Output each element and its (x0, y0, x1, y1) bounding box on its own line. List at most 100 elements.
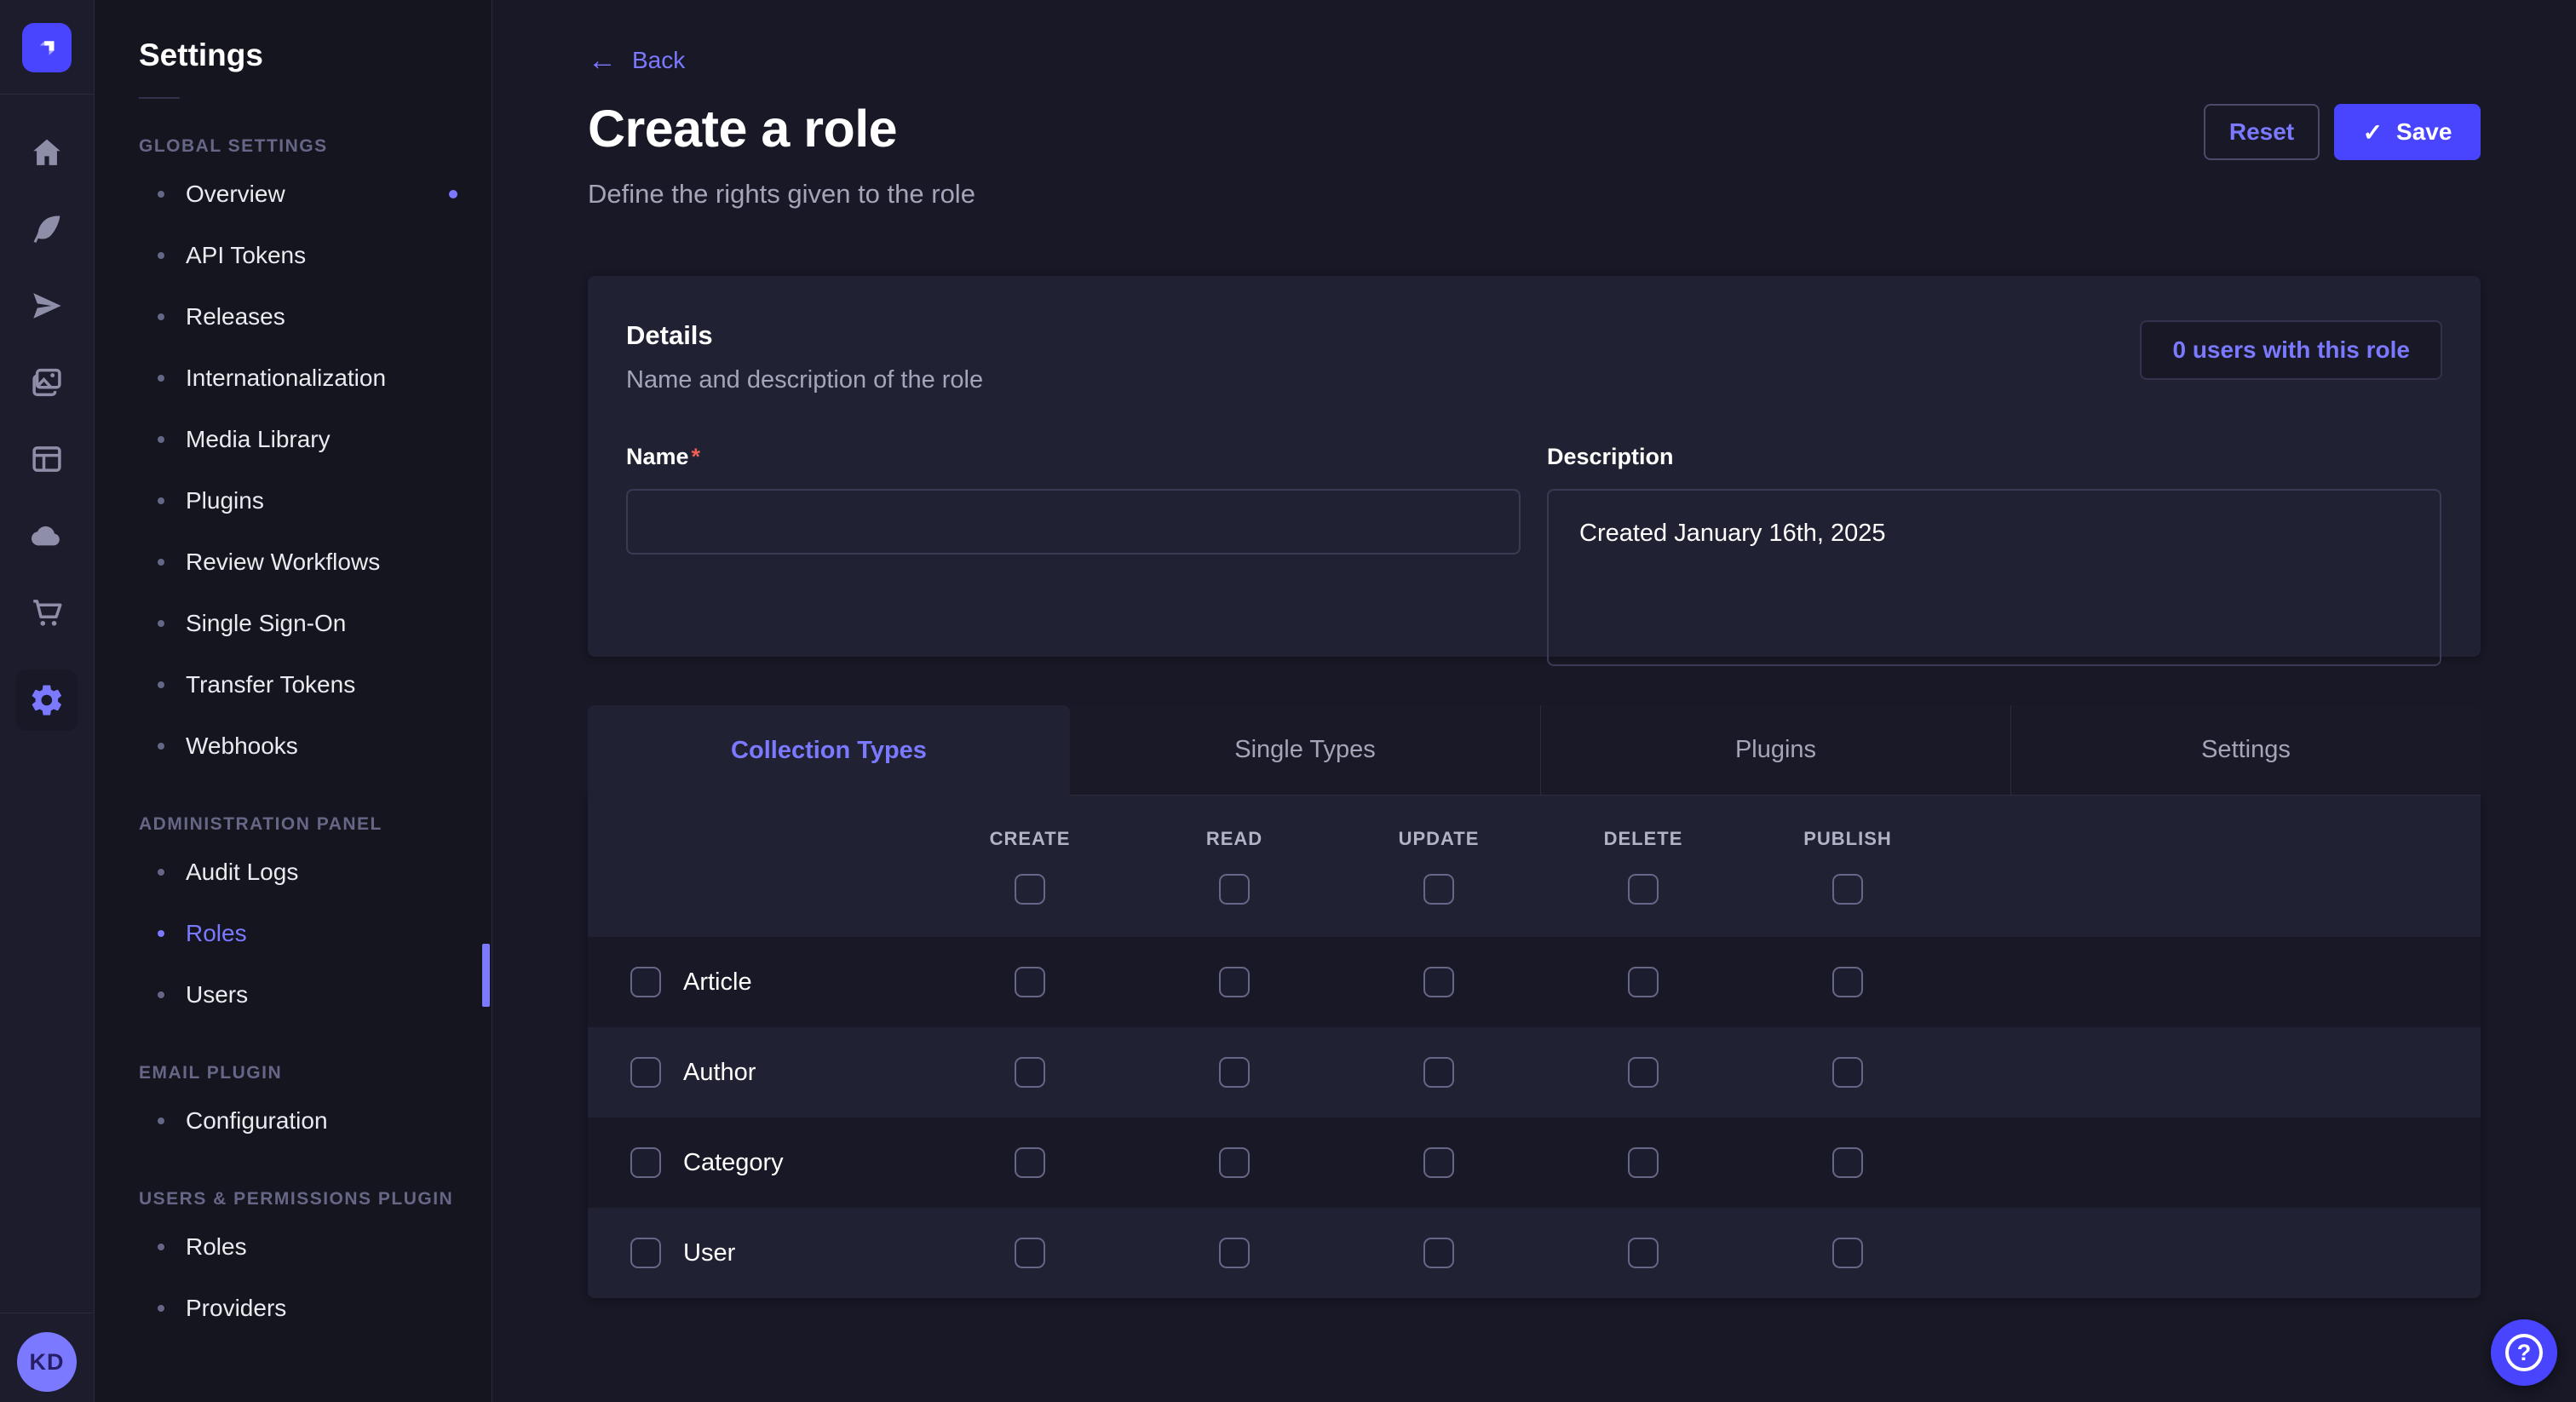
sidebar-item-review-workflows[interactable]: Review Workflows (139, 531, 492, 593)
tab-collection-types[interactable]: Collection Types (588, 705, 1070, 796)
sidebar-item-overview[interactable]: Overview (139, 164, 492, 225)
permission-checkbox-user-delete[interactable] (1628, 1238, 1659, 1268)
page-title: Create a role (588, 99, 897, 158)
content-manager-feather-icon[interactable] (27, 210, 66, 249)
home-icon[interactable] (27, 133, 66, 172)
bullet-icon (158, 191, 164, 198)
row-select-checkbox[interactable] (630, 1238, 661, 1268)
permission-checkbox-category-publish[interactable] (1832, 1147, 1863, 1178)
permission-checkbox-article-publish[interactable] (1832, 967, 1863, 997)
sidebar-item-internationalization[interactable]: Internationalization (139, 348, 492, 409)
rail-icon-list (16, 95, 78, 1313)
permission-checkbox-author-update[interactable] (1423, 1057, 1454, 1088)
select-all-read-checkbox[interactable] (1219, 874, 1250, 905)
select-all-delete-checkbox[interactable] (1628, 874, 1659, 905)
permission-checkbox-article-update[interactable] (1423, 967, 1454, 997)
permission-checkbox-category-read[interactable] (1219, 1147, 1250, 1178)
settings-subnav: Settings Global Settings Overview API To… (95, 0, 492, 1402)
help-button[interactable]: ? (2491, 1319, 2557, 1386)
sidebar-item-webhooks[interactable]: Webhooks (139, 715, 492, 777)
sidebar-item-providers[interactable]: Providers (139, 1278, 492, 1339)
sidebar-item-roles-up[interactable]: Roles (139, 1216, 492, 1278)
main-content: ← Back Create a role Reset ✓ Save Define… (492, 0, 2576, 1402)
required-asterisk: * (692, 444, 701, 469)
bullet-icon (158, 1244, 164, 1250)
section-label-users-permissions-plugin: Users & Permissions Plugin (139, 1182, 492, 1216)
row-select-checkbox[interactable] (630, 1147, 661, 1178)
sidebar-item-single-sign-on[interactable]: Single Sign-On (139, 593, 492, 654)
section-label-administration-panel: Administration Panel (139, 807, 492, 842)
permission-checkbox-category-create[interactable] (1015, 1147, 1045, 1178)
back-label: Back (632, 47, 685, 74)
subnav-title: Settings (139, 37, 492, 73)
permissions-section: Collection Types Single Types Plugins Se… (588, 705, 2481, 1298)
user-avatar[interactable]: KD (17, 1332, 77, 1392)
cloud-icon[interactable] (27, 516, 66, 555)
permission-checkbox-author-delete[interactable] (1628, 1057, 1659, 1088)
sidebar-item-releases[interactable]: Releases (139, 286, 492, 348)
subnav-scrollbar-thumb[interactable] (482, 944, 490, 1007)
permission-checkbox-author-publish[interactable] (1832, 1057, 1863, 1088)
bullet-icon (158, 559, 164, 566)
sidebar-item-label: Overview (186, 181, 285, 208)
permission-checkbox-category-update[interactable] (1423, 1147, 1454, 1178)
row-select-checkbox[interactable] (630, 967, 661, 997)
sidebar-item-users[interactable]: Users (139, 964, 492, 1026)
permissions-table-header: Create Read Update Delete Publish (588, 796, 2481, 937)
bullet-icon (158, 991, 164, 998)
sidebar-item-media-library[interactable]: Media Library (139, 409, 492, 470)
sidebar-item-label: Releases (186, 303, 285, 330)
column-create: Create (928, 828, 1132, 905)
permission-checkbox-user-publish[interactable] (1832, 1238, 1863, 1268)
bullet-icon (158, 743, 164, 750)
bullet-icon (158, 1305, 164, 1312)
sidebar-item-transfer-tokens[interactable]: Transfer Tokens (139, 654, 492, 715)
column-label-create: Create (990, 828, 1071, 850)
sidebar-item-label: Webhooks (186, 733, 298, 760)
tab-single-types[interactable]: Single Types (1070, 705, 1540, 796)
sidebar-item-label: Providers (186, 1295, 286, 1322)
name-label: Name* (626, 444, 1521, 470)
row-select-checkbox[interactable] (630, 1057, 661, 1088)
page-subtitle: Define the rights given to the role (588, 179, 2481, 210)
permission-checkbox-author-create[interactable] (1015, 1057, 1045, 1088)
permission-checkbox-user-update[interactable] (1423, 1238, 1454, 1268)
deploy-paper-plane-icon[interactable] (27, 286, 66, 325)
table-row-category: Category (588, 1118, 2481, 1208)
media-library-icon[interactable] (27, 363, 66, 402)
permission-checkbox-author-read[interactable] (1219, 1057, 1250, 1088)
description-textarea[interactable]: Created January 16th, 2025 (1547, 489, 2441, 666)
back-link[interactable]: ← Back (588, 46, 685, 75)
select-all-create-checkbox[interactable] (1015, 874, 1045, 905)
permission-checkbox-category-delete[interactable] (1628, 1147, 1659, 1178)
select-all-publish-checkbox[interactable] (1832, 874, 1863, 905)
reset-button[interactable]: Reset (2204, 104, 2320, 160)
sidebar-item-plugins[interactable]: Plugins (139, 470, 492, 531)
question-mark-icon: ? (2505, 1334, 2543, 1371)
row-label: Article (683, 968, 752, 997)
sidebar-item-audit-logs[interactable]: Audit Logs (139, 842, 492, 903)
select-all-update-checkbox[interactable] (1423, 874, 1454, 905)
permission-checkbox-user-read[interactable] (1219, 1238, 1250, 1268)
bullet-icon (158, 375, 164, 382)
users-with-role-button[interactable]: 0 users with this role (2140, 320, 2442, 380)
content-type-builder-layout-icon[interactable] (27, 440, 66, 479)
save-button[interactable]: ✓ Save (2334, 104, 2481, 160)
description-field-group: Description Created January 16th, 2025 (1547, 444, 2441, 670)
sidebar-item-label: Configuration (186, 1107, 328, 1135)
permission-checkbox-article-read[interactable] (1219, 967, 1250, 997)
marketplace-cart-icon[interactable] (27, 593, 66, 632)
permission-checkbox-user-create[interactable] (1015, 1238, 1045, 1268)
settings-gear-icon[interactable] (16, 669, 78, 731)
sidebar-item-configuration[interactable]: Configuration (139, 1090, 492, 1152)
sidebar-item-api-tokens[interactable]: API Tokens (139, 225, 492, 286)
permission-checkbox-article-delete[interactable] (1628, 967, 1659, 997)
sidebar-item-roles-admin[interactable]: Roles (139, 903, 492, 964)
tab-plugins[interactable]: Plugins (1540, 705, 2010, 796)
name-input[interactable] (626, 489, 1521, 554)
subnav-divider (139, 97, 180, 99)
strapi-logo[interactable] (22, 23, 72, 72)
tab-settings[interactable]: Settings (2010, 705, 2481, 796)
bullet-icon (158, 436, 164, 443)
permission-checkbox-article-create[interactable] (1015, 967, 1045, 997)
